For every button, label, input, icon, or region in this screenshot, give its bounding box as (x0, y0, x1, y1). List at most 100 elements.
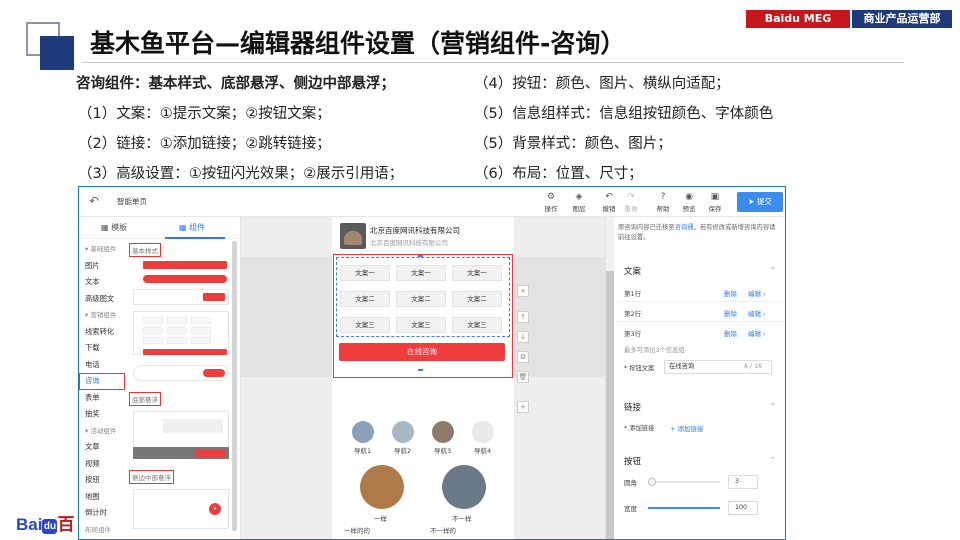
compare-label: 不一样 (452, 515, 472, 523)
chevron-up-icon[interactable]: ⌃ (770, 266, 776, 274)
nav-item-lottery[interactable]: 抽奖 (79, 406, 125, 423)
preview-button[interactable]: ◉ 预览 (677, 192, 701, 213)
row-edit-button[interactable]: 编辑 › (748, 328, 766, 338)
nav-image-icon[interactable] (392, 421, 414, 443)
info-group-button[interactable]: 文案三 (340, 317, 390, 333)
preview-pill-button[interactable] (143, 275, 227, 283)
info-group-button[interactable]: 文案二 (340, 291, 390, 307)
tab-template[interactable]: ▦ 模板 (101, 222, 127, 233)
nav-item-form[interactable]: 表单 (79, 390, 125, 407)
layers-icon: ◈ (575, 192, 583, 202)
nav-item-rich-media[interactable]: 高级图文 (79, 291, 125, 308)
width-label: 宽度 (624, 505, 637, 513)
save-button[interactable]: ▣ 保存 (703, 192, 727, 213)
nav-item-countdown[interactable]: 倒计时 (79, 505, 125, 522)
row-edit-button[interactable]: 编辑 › (748, 288, 766, 298)
nav-item-image[interactable]: 图片 (79, 258, 125, 275)
move-up-icon[interactable]: ↑ (517, 311, 529, 323)
redo-button[interactable]: ↷ 重做 (619, 192, 643, 213)
bullet-item: （3）高级设置：①按钮闪光效果；②展示引用语； (78, 166, 404, 182)
nav-item-download[interactable]: 下载 (79, 340, 125, 357)
nav-item-article[interactable]: 文章 (79, 439, 125, 456)
radius-slider[interactable] (648, 478, 720, 486)
bullet-item: （6）布局：位置、尺寸； (474, 166, 643, 182)
chevron-right-icon: › (763, 290, 766, 298)
panel-scrollbar[interactable] (232, 241, 237, 531)
preview-basic-button[interactable] (143, 261, 227, 269)
nav-item-map[interactable]: 地图 (79, 489, 125, 506)
layer-button[interactable]: ◈ 图层 (567, 192, 591, 213)
resize-handle[interactable] (418, 255, 423, 257)
nav-item-phone[interactable]: 电话 (79, 357, 125, 374)
width-slider[interactable] (648, 507, 720, 509)
row-delete-button[interactable]: 删除 (724, 328, 737, 338)
info-group-button[interactable]: 文案二 (452, 291, 502, 307)
department-tag: 商业产品运营部 (852, 10, 952, 28)
info-group-button[interactable]: 文案三 (396, 317, 446, 333)
info-group-button[interactable]: 文案一 (452, 265, 502, 281)
bullet-list-left: 咨询组件：基本样式、底部悬浮、侧边中部悬浮； （1）文案：①提示文案；②按钮文案… (76, 69, 403, 189)
nav-item-button[interactable]: 按钮 (79, 472, 125, 489)
component-panel: ▦ 模板 ▦ 组件 ▾ 基础组件 图片 文本 高级图文 ▾ 营销组件 线索转化 … (79, 217, 241, 539)
nav-item-text[interactable]: 文本 (79, 274, 125, 291)
section-copy-heading[interactable]: 文案 (624, 265, 641, 277)
settings-scrollbar[interactable] (606, 271, 614, 539)
back-icon[interactable]: ↶ (89, 194, 103, 208)
tab-component[interactable]: ▦ 组件 (179, 222, 205, 233)
button-copy-counter: 8 / 16 (744, 363, 763, 370)
info-group-button[interactable]: 文案二 (396, 291, 446, 307)
nav-item-lead[interactable]: 线索转化 (79, 324, 125, 341)
company-name: 北京百度网讯科技有限公司 (370, 226, 460, 235)
nav-image-icon[interactable] (432, 421, 454, 443)
radius-slider-knob[interactable] (648, 478, 656, 486)
operate-button[interactable]: ⚙ 操作 (539, 192, 563, 213)
page-name: 智能单页 (117, 197, 147, 206)
title-decoration-block (40, 36, 74, 70)
nav-image-icon[interactable] (472, 421, 494, 443)
nav-group-activity[interactable]: ▾ 活动组件 (79, 423, 125, 440)
info-group-button[interactable]: 文案三 (452, 317, 502, 333)
radius-label: 圆角 (624, 479, 637, 487)
help-button[interactable]: ? 帮助 (651, 192, 675, 213)
info-group-button[interactable]: 文案一 (396, 265, 446, 281)
row-delete-button[interactable]: 删除 (724, 308, 737, 318)
consult-tong-link[interactable]: 咨询通 (675, 224, 694, 231)
compare-image[interactable] (360, 465, 404, 509)
undo-button[interactable]: ↶ 撤销 (597, 192, 621, 213)
section-button-heading[interactable]: 按钮 (624, 455, 641, 467)
width-input[interactable]: 100 (728, 501, 758, 515)
nav-item-video[interactable]: 视频 (79, 456, 125, 473)
add-link-button[interactable]: + 添加链接 (670, 423, 704, 433)
component-previews: 基本样式 底部悬浮 侧边中部悬浮 • (127, 241, 231, 539)
radius-input[interactable]: 3 (728, 475, 758, 489)
add-below-icon[interactable]: + (517, 401, 529, 413)
nav-item-consult[interactable]: 咨询 (79, 373, 125, 390)
chevron-up-icon[interactable]: ⌃ (770, 402, 776, 410)
move-down-icon[interactable]: ↓ (517, 331, 529, 343)
info-group-button[interactable]: 文案一 (340, 265, 390, 281)
preview-card-button (203, 293, 225, 301)
bullet-item: （2）链接：①添加链接；②跳转链接； (78, 136, 331, 152)
button-copy-label: * 按钮文案 (624, 365, 655, 372)
undo-icon: ↶ (605, 192, 613, 202)
copy-icon[interactable]: ⧉ (517, 351, 529, 363)
compare-image[interactable] (442, 465, 486, 509)
save-icon: ▣ (710, 192, 720, 202)
nav-group-layout[interactable]: 布局组件 (79, 522, 125, 539)
add-icon[interactable]: + (517, 285, 529, 297)
nav-group-basic[interactable]: ▾ 基础组件 (79, 241, 125, 258)
submit-button[interactable]: ➤ 提交 (737, 192, 783, 212)
online-consult-button[interactable]: 在线咨询 (339, 343, 505, 361)
baidu-logo: Baidu百 (16, 515, 75, 534)
divider (616, 321, 784, 322)
row-delete-button[interactable]: 删除 (724, 288, 737, 298)
chevron-up-icon[interactable]: ⌃ (770, 456, 776, 464)
nav-group-marketing[interactable]: ▾ 营销组件 (79, 307, 125, 324)
nav-image-icon[interactable] (352, 421, 374, 443)
section-link-heading[interactable]: 链接 (624, 401, 641, 413)
row-edit-button[interactable]: 编辑 › (748, 308, 766, 318)
delete-icon[interactable]: 🗑 (517, 371, 529, 383)
preview-bottom-text (163, 419, 223, 433)
send-icon: ➤ (748, 197, 757, 206)
resize-handle[interactable] (418, 369, 423, 371)
